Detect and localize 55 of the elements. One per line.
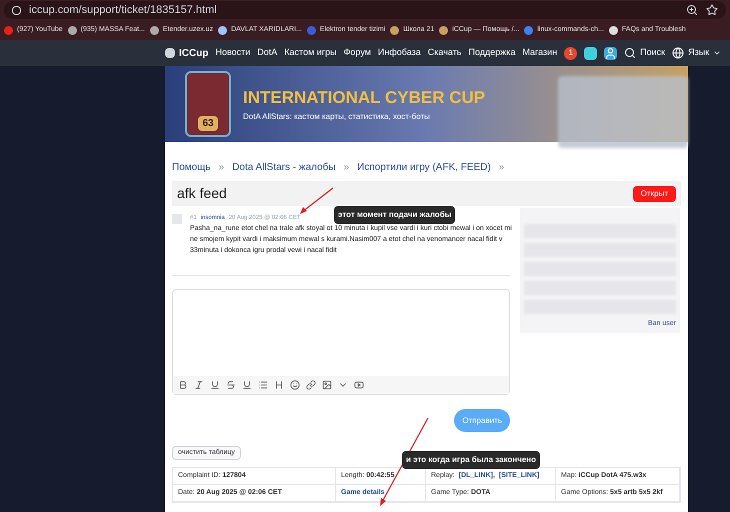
language-menu[interactable]: Язык (672, 46, 722, 60)
bookmark-icon (439, 26, 448, 34)
bookmark-icon (218, 26, 228, 34)
nav-link[interactable]: Новости (215, 46, 250, 60)
site-info-icon[interactable] (12, 6, 21, 14)
nav-link[interactable]: Поддержка (468, 46, 516, 60)
bookmark-icon (524, 26, 534, 34)
underline-icon[interactable] (210, 380, 220, 390)
zoom-icon[interactable] (686, 4, 698, 16)
bookmark-icon (390, 26, 400, 34)
nav-link[interactable]: Магазин (522, 46, 558, 60)
profile-icon[interactable] (604, 46, 618, 60)
status-badge: Открыт (632, 186, 676, 202)
ticket-title: afk feed (177, 184, 227, 203)
breadcrumb-separator: » (344, 161, 350, 175)
avatar-placeholder (172, 214, 182, 224)
nav-link[interactable]: Инфобаза (378, 46, 421, 60)
breadcrumb-separator: » (218, 161, 224, 175)
notification-badge[interactable]: 1 (564, 46, 578, 60)
annotation-label: и это когда игра была закончено (402, 451, 540, 469)
caret-icon[interactable] (713, 49, 722, 57)
annotation-label: этот момент подачи жалобы (334, 206, 456, 224)
emoji-icon[interactable] (290, 380, 300, 390)
nav-link[interactable]: Скачать (428, 46, 462, 60)
bold-icon[interactable] (178, 380, 188, 390)
trophy-badge: 63 (185, 71, 231, 137)
address-bar[interactable]: iccup.com/support/ticket/1835157.html (4, 1, 726, 19)
text-style-icon[interactable] (242, 380, 252, 390)
bookmark-icon (68, 26, 77, 34)
site-logo[interactable]: ICCup (165, 46, 208, 60)
link-icon[interactable] (306, 380, 316, 390)
url-text: iccup.com/support/ticket/1835157.html (29, 2, 218, 18)
nav-link[interactable]: Кастом игры (284, 46, 337, 60)
bookmark-icon (608, 26, 618, 34)
nav-link[interactable]: DotA (257, 46, 278, 60)
bookmark-icon (306, 26, 316, 34)
bookmark-icon (4, 26, 13, 34)
nav-link[interactable]: Форум (344, 46, 371, 60)
heading-icon[interactable] (274, 380, 284, 390)
image-icon[interactable] (322, 380, 332, 390)
breadcrumb-link[interactable]: Испортили игру (AFK, FEED) (357, 160, 491, 175)
list-icon[interactable] (258, 380, 268, 390)
banner-title: INTERNATIONAL CYBER CUP (243, 87, 486, 110)
search-link[interactable]: Поиск (624, 46, 666, 60)
search-icon[interactable] (624, 47, 636, 59)
italic-icon[interactable] (194, 380, 204, 390)
bookmark-star-icon[interactable] (706, 4, 718, 16)
banner-subtitle: DotA AllStars: кастом карты, статистика, хост-боты (243, 110, 431, 123)
video-icon[interactable] (354, 380, 364, 390)
strikethrough-icon[interactable] (226, 380, 236, 390)
breadcrumb-link[interactable]: Помощь (172, 160, 211, 175)
globe-icon[interactable] (672, 47, 684, 59)
breadcrumb-link[interactable]: Dota AllStars - жалобы (232, 160, 336, 175)
breadcrumb-separator: » (498, 161, 504, 175)
bookmark-icon (150, 26, 159, 34)
